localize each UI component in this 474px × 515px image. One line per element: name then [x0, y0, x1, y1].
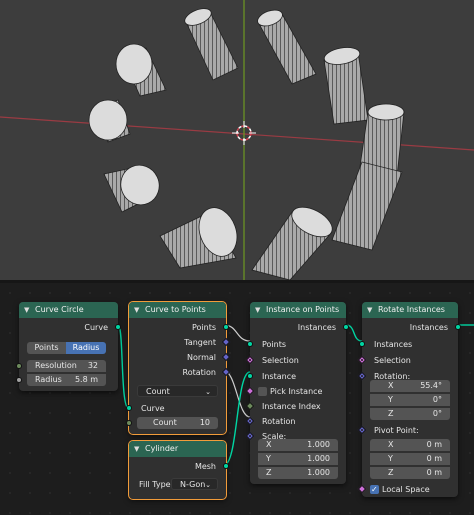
- pivot-point-input-socket[interactable]: [357, 425, 367, 435]
- mode-radius-button[interactable]: Radius: [66, 342, 106, 354]
- rotate-instances-node[interactable]: ▼ Rotate Instances Instances Instances Se…: [357, 302, 461, 497]
- node-header[interactable]: ▼ Instance on Points: [250, 302, 346, 318]
- selection-input-socket[interactable]: [245, 355, 255, 365]
- chevron-down-icon: ⌄: [205, 481, 211, 489]
- output-instances: Instances: [250, 320, 349, 335]
- output-mesh: Mesh: [129, 459, 229, 474]
- fill-type-dropdown[interactable]: N-Gon ⌄: [171, 478, 218, 490]
- cylinder-instance: [331, 161, 403, 251]
- normal-output-socket[interactable]: [221, 352, 231, 362]
- cylinder-instance: [184, 8, 239, 81]
- cylinder-instance: [88, 99, 131, 143]
- input-instance: Instance: [247, 369, 346, 384]
- points-output-socket[interactable]: [223, 324, 229, 330]
- collapse-chevron-icon[interactable]: ▼: [24, 302, 29, 318]
- output-points: Points: [129, 320, 229, 335]
- pivot-y-field[interactable]: Y0 m: [370, 453, 450, 465]
- rotation-z-field[interactable]: Z 0°: [370, 408, 450, 420]
- cylinder-instance: [257, 9, 317, 85]
- output-normal: Normal: [129, 350, 231, 365]
- mesh-output-socket[interactable]: [223, 463, 229, 469]
- rotation-input-socket[interactable]: [245, 416, 255, 426]
- local-space-checkbox[interactable]: [370, 482, 379, 497]
- collapse-chevron-icon[interactable]: ▼: [134, 302, 139, 318]
- selection-input-socket[interactable]: [357, 355, 367, 365]
- viewport-scene: [0, 0, 474, 280]
- curve-circle-node[interactable]: ▼ Curve Circle Curve Points Radius Resolu…: [16, 302, 121, 391]
- curve-output-socket[interactable]: [115, 324, 121, 330]
- instances-input-socket[interactable]: [359, 341, 365, 347]
- instance-on-points-node[interactable]: ▼ Instance on Points Instances Points Sel…: [245, 302, 349, 484]
- node-header[interactable]: ▼ Rotate Instances: [362, 302, 458, 318]
- mode-dropdown[interactable]: Count ⌄: [137, 385, 218, 397]
- cylinder-instance: [251, 206, 333, 280]
- pick-instance-row[interactable]: Pick Instance: [245, 384, 346, 399]
- input-selection: Selection: [245, 353, 346, 368]
- count-field[interactable]: Count 10: [137, 417, 218, 429]
- input-selection: Selection: [357, 353, 458, 368]
- rotation-y-field[interactable]: Y 0°: [370, 394, 450, 406]
- 3d-viewport[interactable]: [0, 0, 474, 280]
- output-rotation: Rotation: [129, 365, 231, 380]
- fill-type-label: Fill Type: [139, 480, 171, 489]
- node-editor[interactable]: ▼ Curve Circle Curve Points Radius Resolu…: [0, 283, 474, 515]
- pivot-x-field[interactable]: X0 m: [370, 439, 450, 451]
- pick-instance-socket[interactable]: [245, 386, 255, 396]
- instances-output-socket[interactable]: [455, 324, 461, 330]
- output-instances: Instances: [362, 320, 461, 335]
- scale-input-socket[interactable]: [245, 431, 255, 441]
- input-instances: Instances: [359, 337, 458, 352]
- node-header[interactable]: ▼ Curve to Points: [129, 302, 226, 318]
- instances-output-socket[interactable]: [343, 324, 349, 330]
- radius-field[interactable]: Radius 5.8 m: [27, 374, 106, 386]
- scale-y-field[interactable]: Y 1.000: [258, 453, 338, 465]
- instance-input-socket[interactable]: [247, 373, 253, 379]
- count-socket[interactable]: [126, 420, 132, 426]
- pivot-z-field[interactable]: Z0 m: [370, 467, 450, 479]
- node-header[interactable]: ▼ Cylinder: [129, 441, 226, 457]
- scale-x-field[interactable]: X 1.000: [258, 439, 338, 451]
- collapse-chevron-icon[interactable]: ▼: [367, 302, 372, 318]
- output-curve: Curve: [19, 320, 121, 335]
- local-space-row[interactable]: Local Space: [357, 482, 470, 497]
- output-tangent: Tangent: [129, 335, 231, 350]
- input-points: Points: [247, 337, 346, 352]
- collapse-chevron-icon[interactable]: ▼: [255, 302, 260, 318]
- pick-instance-checkbox[interactable]: [258, 387, 267, 396]
- curve-to-points-node[interactable]: ▼ Curve to Points Points Tangent Normal R…: [126, 301, 231, 435]
- input-instance-index: Instance Index: [245, 399, 346, 414]
- cylinder-node[interactable]: ▼ Cylinder Mesh Fill Type N-Gon ⌄: [128, 440, 229, 500]
- input-pivot-point: Pivot Point:: [357, 423, 470, 438]
- rotation-output-socket[interactable]: [221, 367, 231, 377]
- cylinder-instance: [323, 47, 369, 125]
- radius-socket[interactable]: [16, 377, 22, 383]
- resolution-field[interactable]: Resolution 32: [27, 360, 106, 372]
- resolution-socket[interactable]: [16, 363, 22, 369]
- rotation-input-socket[interactable]: [357, 371, 367, 381]
- cylinder-instance: [103, 164, 160, 213]
- local-space-socket[interactable]: [357, 484, 367, 494]
- points-input-socket[interactable]: [247, 341, 253, 347]
- cylinder-instance: [159, 207, 238, 269]
- collapse-chevron-icon[interactable]: ▼: [134, 441, 139, 457]
- node-header[interactable]: ▼ Curve Circle: [19, 302, 118, 318]
- instance-index-socket[interactable]: [245, 401, 255, 411]
- curve-input-socket[interactable]: [126, 405, 132, 411]
- scale-z-field[interactable]: Z 1.000: [258, 467, 338, 479]
- mode-points-button[interactable]: Points: [27, 342, 66, 354]
- rotation-x-field[interactable]: X 55.4°: [370, 380, 450, 392]
- cylinder-instance: [115, 43, 167, 97]
- input-curve: Curve: [126, 401, 238, 416]
- chevron-down-icon: ⌄: [205, 388, 211, 396]
- input-rotation: Rotation: [245, 414, 346, 429]
- tangent-output-socket[interactable]: [221, 337, 231, 347]
